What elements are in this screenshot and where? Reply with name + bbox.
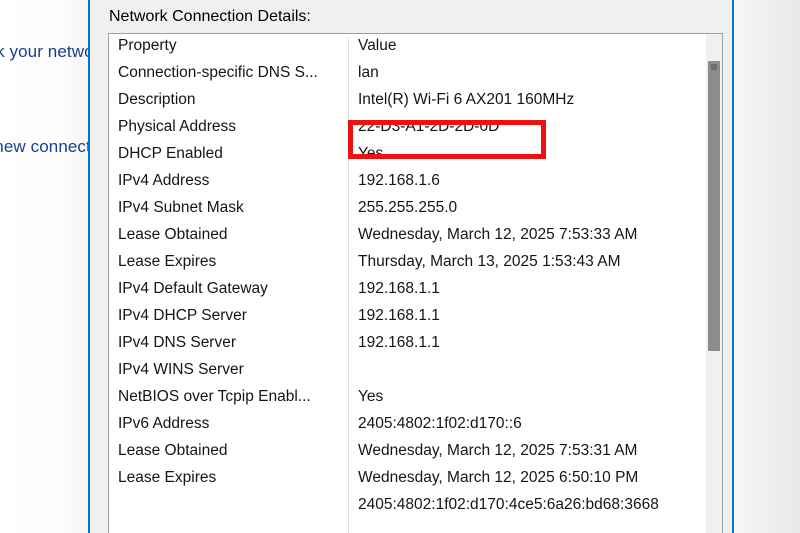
table-row[interactable]: Lease Obtained Wednesday, March 12, 2025…: [109, 223, 705, 250]
list-header-row: Property Value: [109, 34, 705, 61]
row-value: Wednesday, March 12, 2025 7:53:33 AM: [358, 226, 638, 243]
row-property: IPv4 Address: [118, 172, 210, 189]
table-row[interactable]: NetBIOS over Tcpip Enabl... Yes: [109, 385, 705, 412]
row-value: Wednesday, March 12, 2025 7:53:31 AM: [358, 442, 638, 459]
row-value: Yes: [358, 145, 384, 162]
table-row[interactable]: 2405:4802:1f02:d170:4ce5:6a26:bd68:3668: [109, 493, 705, 520]
table-row[interactable]: IPv4 Address 192.168.1.6: [109, 169, 705, 196]
row-value: Thursday, March 13, 2025 1:53:43 AM: [358, 253, 621, 270]
table-row-physical-address[interactable]: Physical Address 22-D3-A1-2D-2D-0D: [109, 115, 705, 142]
row-value: 192.168.1.1: [358, 334, 440, 351]
row-value: lan: [358, 64, 379, 81]
row-property: Physical Address: [118, 118, 237, 135]
scroll-thumb-grip: [711, 64, 717, 70]
table-row[interactable]: Lease Obtained Wednesday, March 12, 2025…: [109, 439, 705, 466]
row-value: 192.168.1.6: [358, 172, 440, 189]
table-row[interactable]: Description Intel(R) Wi-Fi 6 AX201 160MH…: [109, 88, 705, 115]
vertical-scroll-thumb[interactable]: [708, 61, 720, 351]
row-property: IPv4 WINS Server: [118, 361, 244, 378]
row-property: Lease Expires: [118, 253, 217, 270]
background-link-troubleshooter[interactable]: up a new connection. Internet troublesho…: [0, 137, 88, 157]
column-header-property[interactable]: Property: [118, 37, 344, 55]
row-value: Wednesday, March 12, 2025 6:50:10 PM: [358, 469, 639, 486]
table-row[interactable]: IPv4 Subnet Mask 255.255.255.0: [109, 196, 705, 223]
vertical-scrollbar[interactable]: [705, 34, 722, 533]
row-property: IPv4 Default Gateway: [118, 280, 268, 297]
table-row[interactable]: IPv4 DHCP Server 192.168.1.1: [109, 304, 705, 331]
row-property: IPv4 DNS Server: [118, 334, 237, 351]
page-title: Network Connection Details:: [109, 8, 311, 25]
row-value: 255.255.255.0: [358, 199, 458, 216]
row-property: Lease Obtained: [118, 442, 228, 459]
table-row[interactable]: Lease Expires Thursday, March 13, 2025 1…: [109, 250, 705, 277]
table-row[interactable]: DHCP Enabled Yes: [109, 142, 705, 169]
row-value-mac-address: 22-D3-A1-2D-2D-0D: [358, 118, 500, 135]
table-row[interactable]: IPv4 DNS Server 192.168.1.1: [109, 331, 705, 358]
row-value: 2405:4802:1f02:d170:4ce5:6a26:bd68:3668: [358, 496, 659, 513]
row-property: Lease Expires: [118, 469, 217, 486]
row-value: 2405:4802:1f02:d170::6: [358, 415, 522, 432]
table-row[interactable]: Connection-specific DNS S... lan: [109, 61, 705, 88]
row-property: IPv6 Address: [118, 415, 210, 432]
row-value: Yes: [358, 388, 384, 405]
background-right-panel: [735, 0, 800, 533]
row-property: Connection-specific DNS S...: [118, 64, 318, 81]
network-connection-details-dialog: Network Connection Details: Property Val…: [88, 0, 734, 533]
table-row[interactable]: IPv4 Default Gateway 192.168.1.1: [109, 277, 705, 304]
table-row[interactable]: Lease Expires Wednesday, March 12, 2025 …: [109, 466, 705, 493]
row-value: Intel(R) Wi-Fi 6 AX201 160MHz: [358, 91, 575, 108]
column-header-value[interactable]: Value: [358, 37, 705, 55]
details-list-viewport: Property Value Connection-specific DNS S…: [109, 34, 705, 533]
details-list-view[interactable]: Property Value Connection-specific DNS S…: [108, 33, 723, 533]
row-property: Description: [118, 91, 196, 108]
row-value: 192.168.1.1: [358, 307, 440, 324]
table-row[interactable]: IPv6 Address 2405:4802:1f02:d170::6: [109, 412, 705, 439]
table-row[interactable]: IPv4 WINS Server: [109, 358, 705, 385]
background-left-panel: Check your network settings on this conn…: [0, 0, 88, 533]
row-property: NetBIOS over Tcpip Enabl...: [118, 388, 311, 405]
row-property: Lease Obtained: [118, 226, 228, 243]
row-property: DHCP Enabled: [118, 145, 223, 162]
row-value: 192.168.1.1: [358, 280, 440, 297]
background-link-network-settings[interactable]: Check your network settings on this conn…: [0, 42, 88, 62]
row-property: IPv4 Subnet Mask: [118, 199, 244, 216]
row-property: IPv4 DHCP Server: [118, 307, 247, 324]
